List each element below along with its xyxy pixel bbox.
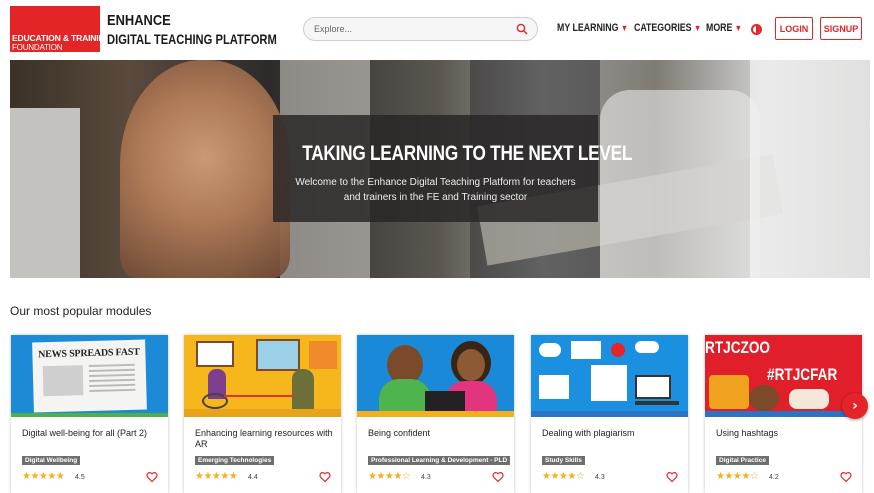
module-thumbnail[interactable]: NEWS SPREADS FAST	[11, 335, 168, 417]
search-placeholder: Explore...	[314, 24, 353, 34]
star-rating: ★★★★★	[195, 471, 238, 482]
heart-icon[interactable]	[492, 471, 504, 483]
hero-title: TAKING LEARNING TO THE NEXT LEVEL	[302, 142, 633, 165]
brand-line1: ENHANCE	[107, 12, 171, 29]
brand-line2: DIGITAL TEACHING PLATFORM	[107, 31, 277, 47]
module-thumbnail[interactable]: RTJCZOO #RTJCFAR	[705, 335, 862, 417]
hero-photo-element	[750, 60, 870, 278]
heart-icon[interactable]	[840, 471, 852, 483]
module-card[interactable]: NEWS SPREADS FAST Digital well-being for…	[11, 335, 168, 493]
nav-my-learning[interactable]: MY LEARNING ▼	[557, 22, 628, 34]
chevron-right-icon: ›	[852, 398, 858, 414]
thumbnail-text-2: #RTJCFAR	[767, 365, 838, 384]
module-card[interactable]: Dealing with plagiarism Study Skills ★★★…	[531, 335, 688, 493]
module-tag[interactable]: Emerging Technologies	[195, 456, 275, 465]
chevron-down-icon: ▼	[734, 23, 742, 33]
rating-value: 4.4	[248, 474, 258, 481]
signup-button[interactable]: SIGNUP	[820, 17, 862, 40]
heart-icon[interactable]	[319, 471, 331, 483]
thumbnail-headline: NEWS SPREADS FAST	[38, 346, 140, 361]
module-title[interactable]: Digital well-being for all (Part 2)	[22, 428, 162, 439]
module-tag[interactable]: Digital Wellbeing	[22, 456, 81, 465]
module-thumbnail[interactable]	[531, 335, 688, 417]
heart-icon[interactable]	[666, 471, 678, 483]
heart-icon[interactable]	[146, 471, 158, 483]
hero-photo-element	[10, 108, 80, 278]
module-title[interactable]: Dealing with plagiarism	[542, 428, 682, 439]
thumbnail-text-1: RTJCZOO	[705, 338, 770, 357]
nav-my-learning-label: MY LEARNING	[557, 22, 619, 34]
module-card[interactable]: Being confident Professional Learning & …	[357, 335, 514, 493]
module-title[interactable]: Being confident	[368, 428, 508, 439]
chevron-down-icon: ▼	[620, 23, 628, 33]
search-input[interactable]: Explore...	[303, 17, 538, 41]
logo-line2: FOUNDATION	[12, 43, 63, 52]
nav-more[interactable]: MORE ▼	[706, 22, 742, 34]
star-rating: ★★★★☆	[716, 471, 759, 482]
module-tag[interactable]: Study Skills	[542, 456, 585, 465]
nav-categories[interactable]: CATEGORIES ▼	[634, 22, 701, 34]
hero-subtitle-line1: Welcome to the Enhance Digital Teaching …	[295, 177, 576, 188]
login-button[interactable]: LOGIN	[775, 17, 813, 40]
brand-title[interactable]: ENHANCE DIGITAL TEACHING PLATFORM	[107, 13, 319, 46]
search-icon[interactable]	[516, 23, 528, 35]
module-tag[interactable]: Professional Learning & Development - PL…	[368, 456, 511, 465]
chevron-down-icon: ▼	[693, 23, 702, 33]
nav-more-label: MORE	[706, 22, 733, 34]
hero-overlay: TAKING LEARNING TO THE NEXT LEVEL Welcom…	[273, 115, 633, 222]
rating-value: 4.5	[75, 474, 85, 481]
hero-photo-element	[600, 90, 760, 278]
hero-photo-person	[120, 60, 290, 278]
contrast-icon[interactable]	[751, 24, 762, 35]
carousel-next-button[interactable]: ›	[842, 393, 868, 419]
nav-categories-label: CATEGORIES	[634, 22, 692, 34]
logo-line1: EDUCATION & TRAINING	[12, 33, 111, 43]
module-card[interactable]: Enhancing learning resources with AR Eme…	[184, 335, 341, 493]
star-rating: ★★★★★	[22, 471, 65, 482]
star-rating: ★★★★☆	[542, 471, 585, 482]
module-tag[interactable]: Digital Practice	[716, 456, 769, 465]
rating-value: 4.3	[421, 474, 431, 481]
site-header: EDUCATION & TRAINING FOUNDATION ENHANCE …	[0, 0, 874, 60]
module-card[interactable]: RTJCZOO #RTJCFAR Using hashtags Digital …	[705, 335, 862, 493]
hero-banner: TAKING LEARNING TO THE NEXT LEVEL Welcom…	[10, 60, 870, 278]
module-title[interactable]: Using hashtags	[716, 428, 856, 439]
etf-logo[interactable]: EDUCATION & TRAINING FOUNDATION	[10, 6, 111, 52]
rating-value: 4.3	[595, 474, 605, 481]
star-rating: ★★★★☆	[368, 471, 411, 482]
hero-subtitle-line2: and trainers in the FE and Training sect…	[343, 192, 528, 203]
rating-value: 4.2	[769, 474, 779, 481]
hero-subtitle: Welcome to the Enhance Digital Teaching …	[273, 175, 598, 205]
module-thumbnail[interactable]	[357, 335, 514, 417]
module-thumbnail[interactable]	[184, 335, 341, 417]
module-title[interactable]: Enhancing learning resources with AR	[195, 428, 335, 450]
section-title: Our most popular modules	[10, 304, 152, 318]
